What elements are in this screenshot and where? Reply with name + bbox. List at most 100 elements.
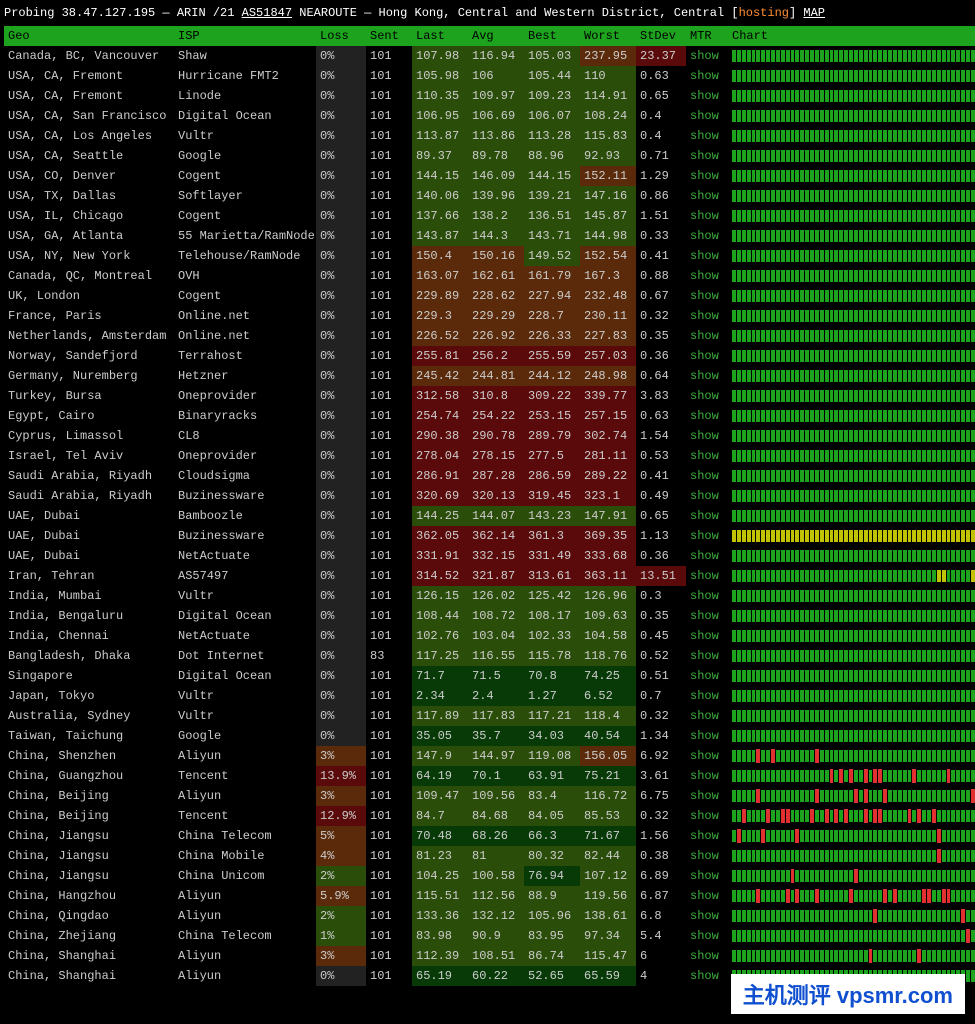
cell-loss: 0% <box>316 86 366 106</box>
mtr-show-link[interactable]: show <box>690 109 719 123</box>
mtr-show-link[interactable]: show <box>690 709 719 723</box>
table-row: China, ZhejiangChina Telecom1%10183.9890… <box>4 926 975 946</box>
mtr-show-link[interactable]: show <box>690 769 719 783</box>
mtr-show-link[interactable]: show <box>690 629 719 643</box>
table-row: USA, NY, New YorkTelehouse/RamNode0%1011… <box>4 246 975 266</box>
mtr-show-link[interactable]: show <box>690 429 719 443</box>
cell-avg: 244.81 <box>468 366 524 386</box>
table-row: UAE, DubaiBamboozle0%101144.25144.07143.… <box>4 506 975 526</box>
mtr-show-link[interactable]: show <box>690 289 719 303</box>
cell-sent: 101 <box>366 706 412 726</box>
mtr-show-link[interactable]: show <box>690 849 719 863</box>
table-row: China, ShanghaiAliyun3%101112.39108.5186… <box>4 946 975 966</box>
mtr-show-link[interactable]: show <box>690 929 719 943</box>
asn-link[interactable]: AS51847 <box>242 6 292 20</box>
cell-avg: 150.16 <box>468 246 524 266</box>
mtr-show-link[interactable]: show <box>690 89 719 103</box>
cell-chart <box>728 826 975 846</box>
mtr-show-link[interactable]: show <box>690 489 719 503</box>
mtr-show-link[interactable]: show <box>690 209 719 223</box>
cell-last: 81.23 <box>412 846 468 866</box>
mtr-show-link[interactable]: show <box>690 549 719 563</box>
cell-worst: 115.83 <box>580 126 636 146</box>
cell-best: 117.21 <box>524 706 580 726</box>
mtr-show-link[interactable]: show <box>690 149 719 163</box>
cell-stdev: 0.41 <box>636 466 686 486</box>
cell-isp: Dot Internet <box>174 646 316 666</box>
cell-worst: 75.21 <box>580 766 636 786</box>
mtr-show-link[interactable]: show <box>690 49 719 63</box>
mtr-show-link[interactable]: show <box>690 949 719 963</box>
cell-last: 229.89 <box>412 286 468 306</box>
mtr-show-link[interactable]: show <box>690 189 719 203</box>
mtr-show-link[interactable]: show <box>690 229 719 243</box>
cell-chart <box>728 146 975 166</box>
mtr-show-link[interactable]: show <box>690 349 719 363</box>
cell-stdev: 5.4 <box>636 926 686 946</box>
cell-best: 277.5 <box>524 446 580 466</box>
mtr-show-link[interactable]: show <box>690 169 719 183</box>
cell-best: 309.22 <box>524 386 580 406</box>
cell-mtr: show <box>686 566 728 586</box>
table-row: Norway, SandefjordTerrahost0%101255.8125… <box>4 346 975 366</box>
cell-mtr: show <box>686 806 728 826</box>
cell-loss: 0% <box>316 126 366 146</box>
mtr-show-link[interactable]: show <box>690 789 719 803</box>
mtr-show-link[interactable]: show <box>690 569 719 583</box>
mtr-show-link[interactable]: show <box>690 589 719 603</box>
cell-chart <box>728 586 975 606</box>
cell-mtr: show <box>686 406 728 426</box>
mtr-show-link[interactable]: show <box>690 889 719 903</box>
mtr-show-link[interactable]: show <box>690 809 719 823</box>
mtr-show-link[interactable]: show <box>690 969 719 983</box>
mtr-show-link[interactable]: show <box>690 649 719 663</box>
cell-mtr: show <box>686 226 728 246</box>
mtr-show-link[interactable]: show <box>690 869 719 883</box>
map-link[interactable]: MAP <box>803 6 825 20</box>
mtr-show-link[interactable]: show <box>690 909 719 923</box>
cell-stdev: 6.87 <box>636 886 686 906</box>
cell-best: 227.94 <box>524 286 580 306</box>
mtr-show-link[interactable]: show <box>690 69 719 83</box>
cell-geo: Japan, Tokyo <box>4 686 174 706</box>
cell-chart <box>728 726 975 746</box>
mtr-show-link[interactable]: show <box>690 829 719 843</box>
cell-last: 102.76 <box>412 626 468 646</box>
cell-chart <box>728 846 975 866</box>
mtr-show-link[interactable]: show <box>690 749 719 763</box>
cell-last: 115.51 <box>412 886 468 906</box>
cell-loss: 0% <box>316 266 366 286</box>
mtr-show-link[interactable]: show <box>690 449 719 463</box>
cell-last: 110.35 <box>412 86 468 106</box>
cell-last: 65.19 <box>412 966 468 986</box>
mtr-show-link[interactable]: show <box>690 369 719 383</box>
cell-last: 229.3 <box>412 306 468 326</box>
mtr-show-link[interactable]: show <box>690 129 719 143</box>
mtr-show-link[interactable]: show <box>690 729 719 743</box>
cell-best: 88.96 <box>524 146 580 166</box>
cell-last: 113.87 <box>412 126 468 146</box>
mtr-show-link[interactable]: show <box>690 389 719 403</box>
cell-loss: 4% <box>316 846 366 866</box>
mtr-show-link[interactable]: show <box>690 469 719 483</box>
mtr-show-link[interactable]: show <box>690 409 719 423</box>
cell-geo: Saudi Arabia, Riyadh <box>4 486 174 506</box>
cell-avg: 70.1 <box>468 766 524 786</box>
cell-isp: Aliyun <box>174 906 316 926</box>
mtr-show-link[interactable]: show <box>690 669 719 683</box>
mtr-show-link[interactable]: show <box>690 249 719 263</box>
mtr-show-link[interactable]: show <box>690 509 719 523</box>
mtr-show-link[interactable]: show <box>690 309 719 323</box>
mtr-show-link[interactable]: show <box>690 609 719 623</box>
cell-best: 66.3 <box>524 826 580 846</box>
cell-loss: 0% <box>316 526 366 546</box>
cell-best: 86.74 <box>524 946 580 966</box>
cell-sent: 101 <box>366 426 412 446</box>
cell-worst: 248.98 <box>580 366 636 386</box>
mtr-show-link[interactable]: show <box>690 689 719 703</box>
mtr-show-link[interactable]: show <box>690 529 719 543</box>
mtr-show-link[interactable]: show <box>690 269 719 283</box>
mtr-show-link[interactable]: show <box>690 329 719 343</box>
cell-avg: 144.3 <box>468 226 524 246</box>
cell-avg: 321.87 <box>468 566 524 586</box>
